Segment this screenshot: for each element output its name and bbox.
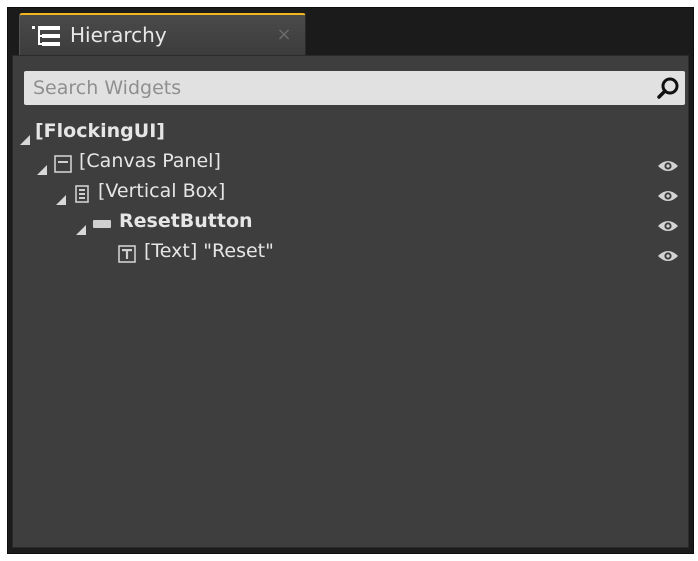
search-input[interactable] bbox=[24, 71, 652, 105]
tree-item-label: [Canvas Panel] bbox=[79, 150, 221, 172]
tree-item-vertical-box[interactable]: [Vertical Box] bbox=[13, 176, 688, 206]
eye-icon[interactable] bbox=[657, 183, 679, 201]
expand-arrow-icon[interactable] bbox=[37, 155, 48, 175]
tab-title: Hierarchy bbox=[70, 23, 167, 47]
eye-icon[interactable] bbox=[657, 213, 679, 231]
tree-item-canvas-panel[interactable]: [Canvas Panel] bbox=[13, 146, 688, 176]
expand-arrow-icon[interactable] bbox=[20, 125, 31, 145]
text-icon bbox=[118, 242, 136, 263]
hierarchy-panel: [FlockingUI] [Canvas Panel] bbox=[12, 55, 689, 548]
tree-item-text-reset[interactable]: [Text] "Reset" bbox=[13, 236, 688, 266]
expand-arrow-icon[interactable] bbox=[56, 185, 67, 205]
close-icon[interactable]: × bbox=[275, 26, 293, 44]
widget-tree: [FlockingUI] [Canvas Panel] [Vertical Bo… bbox=[13, 116, 688, 266]
tree-item-label: [Vertical Box] bbox=[98, 180, 226, 202]
canvas-panel-icon bbox=[54, 152, 72, 173]
search-icon[interactable] bbox=[656, 76, 680, 100]
tree-item-label: [Text] "Reset" bbox=[144, 240, 274, 262]
eye-icon[interactable] bbox=[657, 153, 679, 171]
button-icon bbox=[93, 212, 111, 230]
search-box bbox=[24, 71, 685, 105]
tree-item-label: [FlockingUI] bbox=[35, 120, 165, 142]
tab-hierarchy[interactable]: Hierarchy × bbox=[19, 13, 306, 56]
expand-arrow-icon[interactable] bbox=[76, 215, 87, 235]
tree-item-label: ResetButton bbox=[119, 210, 253, 232]
eye-icon[interactable] bbox=[657, 243, 679, 261]
tree-item-flockingui[interactable]: [FlockingUI] bbox=[13, 116, 688, 146]
vertical-box-icon bbox=[73, 182, 91, 203]
tree-item-resetbutton[interactable]: ResetButton bbox=[13, 206, 688, 236]
hierarchy-window: Hierarchy × [FlockingUI] bbox=[7, 7, 694, 554]
hierarchy-icon bbox=[32, 26, 60, 46]
